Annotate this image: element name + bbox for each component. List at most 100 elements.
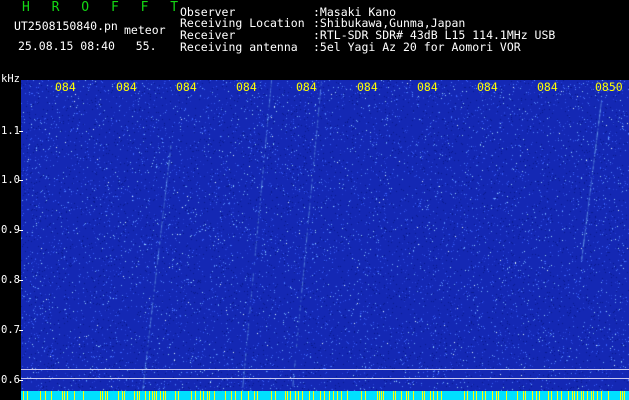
x-tick-label: 084 [537, 80, 558, 94]
signal-level-mark [287, 391, 288, 400]
signal-level-mark [401, 391, 402, 400]
signal-level-mark [383, 391, 384, 400]
signal-level-mark [302, 391, 303, 400]
signal-level-mark [597, 391, 598, 400]
signal-level-mark [145, 391, 146, 400]
signal-level-mark [574, 391, 575, 400]
signal-level-mark [51, 391, 52, 400]
signal-level-mark [290, 391, 291, 400]
frequency-axis: kHz 1.1 1.0 0.9 0.8 0.7 0.6 [0, 74, 23, 400]
signal-level-mark [581, 391, 582, 400]
x-tick-label: 084 [417, 80, 438, 94]
signal-level-mark [620, 391, 621, 400]
y-tick-label: 0.6 [1, 374, 20, 386]
y-tick-label: 0.8 [1, 274, 20, 286]
signal-level-mark [624, 391, 625, 400]
signal-level-mark [473, 391, 474, 400]
signal-level-mark [608, 391, 609, 400]
signal-level-mark [27, 391, 28, 400]
signal-level-mark [156, 391, 157, 400]
x-tick-label: 084 [116, 80, 137, 94]
spectrogram-noise [21, 80, 629, 400]
signal-level-mark [379, 391, 380, 400]
signal-level-mark [333, 391, 334, 400]
spectrogram [21, 80, 629, 400]
signal-level-mark [40, 391, 41, 400]
signal-level-mark [381, 391, 382, 400]
signal-level-mark [195, 391, 196, 400]
signal-level-mark [64, 391, 65, 400]
signal-level-mark [329, 391, 330, 400]
file-name: UT2508150840.pn [14, 19, 118, 33]
signal-level-mark [408, 391, 409, 400]
signal-level-mark [593, 391, 594, 400]
signal-level-mark [437, 391, 438, 400]
signal-level-mark [231, 391, 232, 400]
signal-level-mark [105, 391, 106, 400]
signal-level-mark [441, 391, 442, 400]
signal-level-mark [275, 391, 276, 400]
signal-level-mark [83, 391, 84, 400]
signal-level-mark [134, 391, 135, 400]
signal-level-mark [74, 391, 75, 400]
signal-level-mark [271, 391, 272, 400]
signal-level-mark [100, 391, 101, 400]
signal-level-mark [209, 391, 210, 400]
signal-level-mark [568, 391, 569, 400]
signal-level-mark [320, 391, 321, 400]
signal-level-mark [492, 391, 493, 400]
reference-line-lower [21, 378, 629, 379]
signal-level-mark [476, 391, 477, 400]
y-tick-mark [19, 330, 23, 331]
signal-level-mark [257, 391, 258, 400]
signal-level-mark [525, 391, 526, 400]
info-header: H R O F F T UT2508150840.pn meteor 25.08… [0, 0, 629, 80]
y-tick-mark [19, 280, 23, 281]
signal-level-mark [572, 391, 573, 400]
signal-level-mark [62, 391, 63, 400]
signal-level-mark [235, 391, 236, 400]
signal-level-mark [207, 391, 208, 400]
signal-level-mark [422, 391, 423, 400]
signal-level-mark [309, 391, 310, 400]
signal-level-mark [464, 391, 465, 400]
y-tick-label: 1.1 [1, 125, 20, 137]
signal-level-mark [118, 391, 119, 400]
signal-level-mark [165, 391, 166, 400]
signal-level-mark [149, 391, 150, 400]
signal-level-mark [548, 391, 549, 400]
x-tick-label: 084 [477, 80, 498, 94]
signal-level-mark [496, 391, 497, 400]
signal-level-mark [395, 391, 396, 400]
signal-level-mark [241, 391, 242, 400]
detection-tag: meteor [124, 23, 166, 37]
y-tick-mark [19, 180, 23, 181]
signal-level-mark [298, 391, 299, 400]
time-axis: 084 084 084 084 084 084 084 084 084 0850 [0, 81, 629, 95]
signal-level-mark [433, 391, 434, 400]
x-tick-label: 084 [236, 80, 257, 94]
signal-level-mark [561, 391, 562, 400]
signal-level-mark [377, 391, 378, 400]
signal-level-mark [587, 391, 588, 400]
signal-level-mark [285, 391, 286, 400]
reference-line-upper [21, 369, 629, 370]
signal-level-mark [393, 391, 394, 400]
signal-level-mark [154, 391, 155, 400]
signal-level-mark [175, 391, 176, 400]
signal-level-mark [467, 391, 468, 400]
signal-level-mark [536, 391, 537, 400]
signal-level-mark [482, 391, 483, 400]
signal-level-mark [200, 391, 201, 400]
signal-level-mark [163, 391, 164, 400]
x-tick-label: 084 [176, 80, 197, 94]
y-tick-mark [19, 131, 23, 132]
signal-level-mark [551, 391, 552, 400]
signal-level-mark [23, 391, 24, 400]
app-title: H R O F F T [22, 0, 186, 15]
signal-level-mark [577, 391, 578, 400]
y-tick-label: 0.7 [1, 324, 20, 336]
signal-level-mark [424, 391, 425, 400]
signal-level-mark [539, 391, 540, 400]
signal-level-mark [365, 391, 366, 400]
